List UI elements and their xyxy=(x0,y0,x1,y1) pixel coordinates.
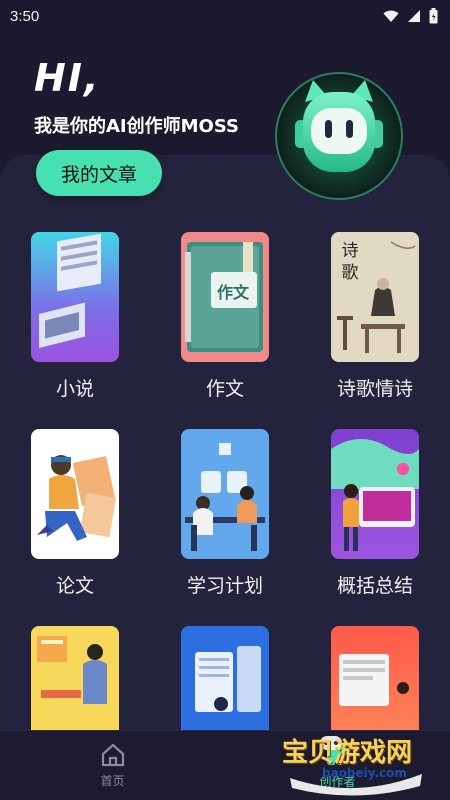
status-icons xyxy=(383,8,438,24)
home-icon xyxy=(101,743,124,767)
category-card-summary[interactable]: 概括总结 xyxy=(315,429,435,598)
summary-illustration-icon xyxy=(331,429,419,559)
greeting-title: HI, xyxy=(34,56,101,100)
novel-illustration-icon xyxy=(31,232,119,362)
watermark-url: baobeiy.com xyxy=(322,766,407,780)
category-label-poetry: 诗歌情诗 xyxy=(336,378,413,400)
category-label-thesis: 论文 xyxy=(55,575,94,597)
nav-item-home[interactable]: 首页 xyxy=(0,731,225,800)
category-label-novel: 小说 xyxy=(55,378,94,400)
poetry-cover-text: 诗歌 xyxy=(341,241,359,283)
category-card-novel[interactable]: 小说 xyxy=(15,232,135,401)
wifi-icon xyxy=(383,10,399,22)
watermark-title: 宝贝游戏网 xyxy=(282,738,413,768)
category-label-study-plan: 学习计划 xyxy=(186,575,263,597)
category-label-composition: 作文 xyxy=(205,378,244,400)
thesis-illustration-icon xyxy=(31,429,119,559)
category-card-composition[interactable]: 作文 作文 xyxy=(165,232,285,401)
status-time: 3:50 xyxy=(10,7,40,25)
study-plan-illustration-icon xyxy=(181,429,269,559)
battery-icon xyxy=(429,8,438,24)
watermark-logo: 宝贝游戏网 baobeiy.com xyxy=(280,730,430,796)
greeting-subtitle: 我是你的AI创作师MOSS xyxy=(34,116,239,137)
category-card-study-plan[interactable]: 学习计划 xyxy=(165,429,285,598)
category-label-summary: 概括总结 xyxy=(336,575,413,597)
status-bar: 3:50 xyxy=(0,0,450,32)
moss-mascot-icon[interactable] xyxy=(275,60,403,212)
category-card-thesis[interactable]: 论文 xyxy=(15,429,135,598)
composition-book-icon: 作文 xyxy=(181,232,269,362)
category-card-poetry[interactable]: 诗歌 诗歌情诗 xyxy=(315,232,435,401)
my-articles-tab[interactable]: 我的文章 xyxy=(36,150,162,196)
nav-label-home: 首页 xyxy=(100,774,125,788)
composition-cover-text: 作文 xyxy=(217,283,250,302)
cellular-signal-icon xyxy=(408,10,420,22)
poetry-painting-icon: 诗歌 xyxy=(331,232,419,362)
